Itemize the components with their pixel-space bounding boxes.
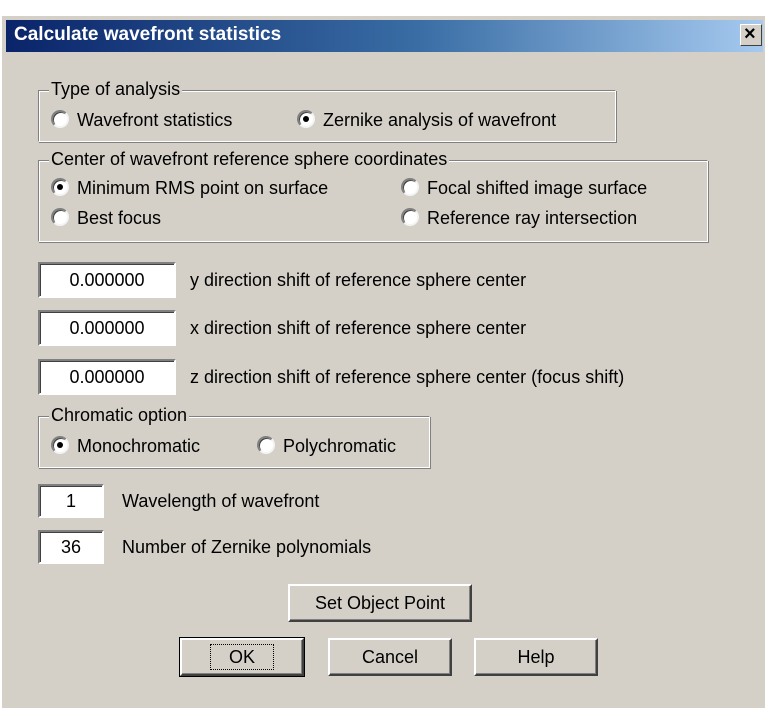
radio-minimum-rms[interactable]: Minimum RMS point on surface bbox=[51, 177, 391, 199]
set-object-point-button[interactable]: Set Object Point bbox=[288, 584, 472, 622]
wavelength-label: Wavelength of wavefront bbox=[122, 491, 320, 511]
window-title: Calculate wavefront statistics bbox=[14, 24, 282, 45]
ok-button[interactable]: OK bbox=[179, 637, 305, 677]
y-shift-input[interactable]: 0.000000 bbox=[38, 262, 176, 298]
title-bar[interactable]: Calculate wavefront statistics × bbox=[6, 20, 763, 52]
radio-circle bbox=[257, 436, 275, 454]
radio-label: Monochromatic bbox=[77, 436, 201, 456]
reference-center-group: Center of wavefront reference sphere coo… bbox=[38, 149, 708, 242]
help-button[interactable]: Help bbox=[474, 638, 598, 676]
wavelength-input[interactable]: 1 bbox=[38, 484, 104, 518]
radio-label: Focal shifted image surface bbox=[427, 178, 648, 198]
radio-label: Minimum RMS point on surface bbox=[77, 178, 329, 198]
analysis-type-legend: Type of analysis bbox=[49, 79, 183, 100]
x-shift-input[interactable]: 0.000000 bbox=[38, 310, 176, 346]
radio-focal-shifted[interactable]: Focal shifted image surface bbox=[401, 177, 701, 199]
wavefront-dialog: Calculate wavefront statistics × Type of… bbox=[0, 14, 765, 708]
radio-zernike-analysis[interactable]: Zernike analysis of wavefront bbox=[297, 109, 607, 131]
x-shift-label: x direction shift of reference sphere ce… bbox=[190, 318, 527, 338]
cancel-button[interactable]: Cancel bbox=[328, 638, 452, 676]
radio-circle-selected bbox=[297, 110, 315, 128]
radio-circle-selected bbox=[51, 178, 69, 196]
analysis-type-group: Type of analysis Wavefront statistics Ze… bbox=[38, 79, 616, 142]
zernike-count-label: Number of Zernike polynomials bbox=[122, 537, 372, 557]
chromatic-group: Chromatic option Monochromatic Polychrom… bbox=[38, 405, 430, 468]
radio-label: Reference ray intersection bbox=[427, 208, 638, 228]
radio-monochromatic[interactable]: Monochromatic bbox=[51, 435, 251, 457]
radio-circle bbox=[51, 208, 69, 226]
radio-circle-selected bbox=[51, 436, 69, 454]
radio-circle bbox=[401, 208, 419, 226]
chromatic-legend: Chromatic option bbox=[49, 405, 190, 426]
close-button[interactable]: × bbox=[740, 23, 762, 46]
radio-polychromatic[interactable]: Polychromatic bbox=[257, 435, 427, 457]
ok-label: OK bbox=[209, 644, 274, 670]
radio-label: Best focus bbox=[77, 208, 162, 228]
reference-center-legend: Center of wavefront reference sphere coo… bbox=[49, 149, 450, 170]
radio-circle bbox=[51, 110, 69, 128]
radio-label: Zernike analysis of wavefront bbox=[323, 110, 557, 130]
radio-circle bbox=[401, 178, 419, 196]
z-shift-label: z direction shift of reference sphere ce… bbox=[190, 367, 625, 387]
zernike-count-input[interactable]: 36 bbox=[38, 530, 104, 564]
close-icon: × bbox=[744, 23, 756, 45]
z-shift-input[interactable]: 0.000000 bbox=[38, 359, 176, 395]
radio-label: Polychromatic bbox=[283, 436, 397, 456]
radio-label: Wavefront statistics bbox=[77, 110, 233, 130]
radio-best-focus[interactable]: Best focus bbox=[51, 207, 251, 229]
radio-reference-ray[interactable]: Reference ray intersection bbox=[401, 207, 701, 229]
y-shift-label: y direction shift of reference sphere ce… bbox=[190, 270, 527, 290]
radio-wavefront-statistics[interactable]: Wavefront statistics bbox=[51, 109, 281, 131]
